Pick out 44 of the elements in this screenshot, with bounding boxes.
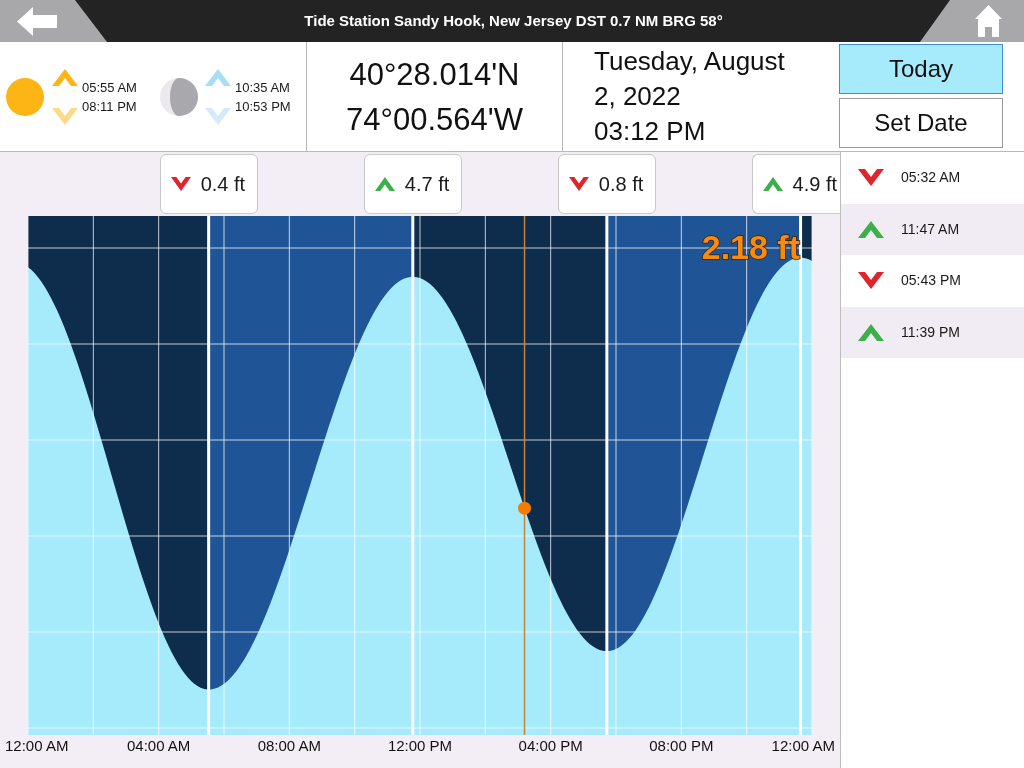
station-title: Tide Station Sandy Hook, New Jersey DST 0.7 NM BRG 58° [304, 10, 723, 31]
time-axis-label: 04:00 PM [518, 737, 583, 755]
time-axis-label: 08:00 PM [649, 737, 714, 755]
moonrise-time: 10:35 AM [235, 78, 291, 97]
longitude-text: 74°00.564'W [346, 100, 523, 139]
date-button[interactable]: Today [839, 44, 1003, 94]
time-axis-label: 04:00 AM [126, 737, 191, 755]
home-button[interactable] [920, 0, 1024, 42]
date-text: Tuesday, August 2, 2022 [594, 45, 786, 113]
moon-phase-icon [160, 77, 198, 116]
tide-event-time: 11:39 PM [901, 322, 960, 342]
back-button[interactable] [0, 0, 107, 42]
home-icon [975, 5, 1002, 37]
down-chevron-icon [205, 107, 231, 125]
tide-height-value: 4.7 ft [404, 172, 450, 197]
time-axis-label: 12:00 PM [387, 737, 453, 755]
sunrise-time: 05:55 AM [82, 78, 138, 97]
time-text: 03:12 PM [594, 115, 707, 148]
sun-icon [6, 77, 44, 116]
down-chevron-icon [170, 177, 191, 191]
moonset-time: 10:53 PM [235, 97, 292, 116]
tide-event-time: 05:43 PM [901, 271, 961, 291]
tide-height-value: 4.9 ft [792, 172, 838, 197]
down-chevron-icon [858, 169, 884, 187]
up-chevron-icon [52, 68, 78, 86]
down-chevron-icon [568, 177, 589, 191]
up-chevron-icon [205, 68, 231, 86]
up-chevron-icon [762, 177, 783, 191]
up-chevron-icon [858, 323, 884, 341]
time-axis-label: 12:00 AM [5, 737, 69, 755]
back-arrow-icon [17, 6, 57, 36]
up-chevron-icon [374, 177, 395, 191]
sunset-time: 08:11 PM [82, 97, 138, 116]
date-button[interactable]: Set Date [839, 98, 1003, 148]
down-chevron-icon [52, 107, 78, 125]
tide-height-value: 0.8 ft [598, 172, 644, 197]
down-chevron-icon [858, 272, 884, 290]
latitude-text: 40°28.014'N [349, 55, 520, 94]
time-axis-label: 08:00 AM [257, 737, 321, 755]
tide-height-value: 0.4 ft [200, 172, 246, 197]
tide-event-time: 11:47 AM [901, 219, 960, 239]
tide-event-time: 05:32 AM [901, 168, 961, 188]
time-axis-label: 12:00 AM [771, 737, 835, 755]
up-chevron-icon [858, 220, 884, 238]
